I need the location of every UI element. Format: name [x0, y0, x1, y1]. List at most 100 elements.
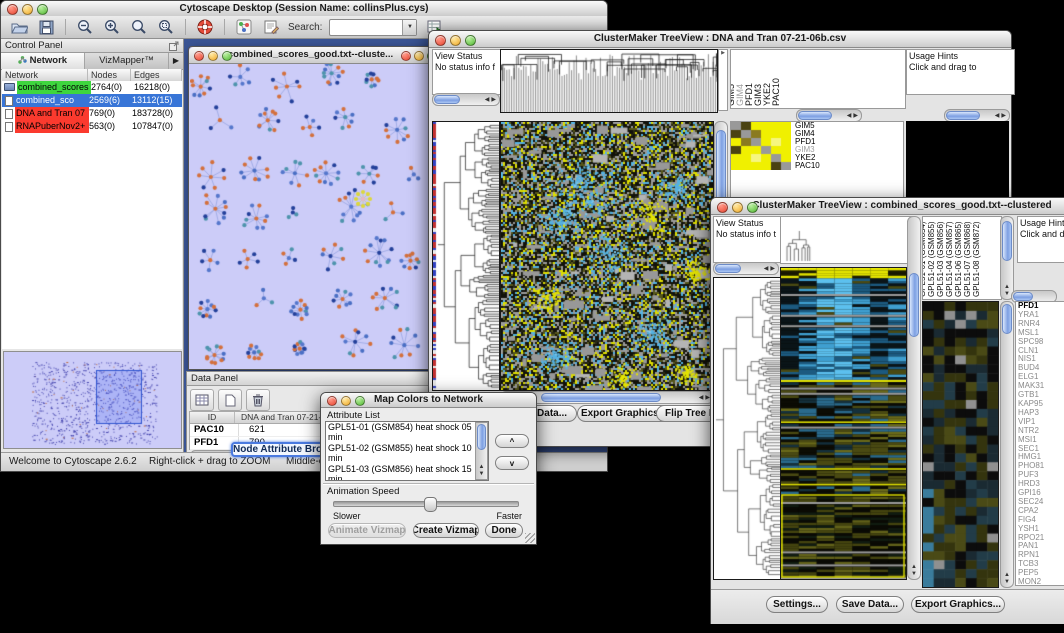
scroll-right-icon[interactable]: ▶ — [1001, 112, 1006, 119]
gene-label[interactable]: CLN1 — [1018, 347, 1064, 356]
gene-label[interactable]: PHO81 — [1018, 462, 1064, 471]
network-row[interactable]: combined_sco2569(6)13112(15) — [2, 94, 182, 107]
zoom-window-icon[interactable] — [355, 396, 365, 406]
more-tabs-icon[interactable]: ▶ — [169, 53, 183, 69]
tv2-row-dendrogram[interactable] — [713, 277, 781, 580]
scroll-up-icon[interactable]: ▲ — [911, 564, 917, 571]
gene-label[interactable]: BUD4 — [1018, 364, 1064, 373]
gene-label[interactable]: HAP3 — [1018, 409, 1064, 418]
matrix-row-label[interactable]: GIM5 — [795, 122, 820, 130]
help-lifering-icon[interactable] — [195, 18, 215, 37]
attribute-list-scrollbar[interactable]: ▲▼ — [475, 422, 488, 480]
annotation-icon[interactable] — [261, 18, 281, 37]
tv2-heatmap[interactable] — [780, 267, 907, 580]
save-icon[interactable] — [36, 18, 56, 37]
column-header-nodes[interactable]: Nodes — [88, 69, 131, 81]
close-icon[interactable] — [435, 35, 446, 46]
close-icon[interactable] — [194, 51, 204, 61]
done-button[interactable]: Done — [485, 523, 523, 538]
resize-grip[interactable] — [525, 533, 535, 543]
table-mode-icon[interactable] — [190, 389, 214, 411]
tv2-heatmap-vscrollbar[interactable]: ▲▼ — [907, 216, 921, 580]
gene-label[interactable]: PEP5 — [1018, 569, 1064, 578]
gene-label[interactable]: YSH1 — [1018, 525, 1064, 534]
network-canvas[interactable] — [190, 64, 431, 368]
gene-label[interactable]: SEC1 — [1018, 445, 1064, 454]
scroll-right-icon[interactable]: ▶ — [770, 265, 775, 272]
matrix-row-label[interactable]: GIM3 — [795, 146, 820, 154]
gene-label[interactable]: RPO21 — [1018, 534, 1064, 543]
column-label[interactable]: GPL51-07 (GSM868) — [963, 221, 972, 297]
gene-label[interactable]: PFD1 — [1018, 302, 1064, 311]
scroll-left-icon[interactable]: ◀ — [699, 394, 704, 401]
column-label[interactable]: GPL51-06 (GSM865) — [954, 221, 963, 297]
network-row[interactable]: combined_scores2764(0)16218(0) — [2, 81, 182, 94]
gene-label[interactable]: MSI1 — [1018, 436, 1064, 445]
scroll-up-icon[interactable]: ▲ — [1004, 284, 1010, 291]
minimize-icon[interactable] — [208, 51, 218, 61]
gene-label[interactable]: SEC24 — [1018, 498, 1064, 507]
gene-label[interactable]: MAK31 — [1018, 382, 1064, 391]
zoom-selected-icon[interactable] — [156, 18, 176, 37]
column-label[interactable]: PAC10 — [772, 78, 781, 106]
tv1-summary-matrix[interactable] — [731, 122, 791, 170]
column-label[interactable]: GPL51-03 (GSM856) — [936, 221, 945, 297]
gene-label[interactable]: MSL1 — [1018, 329, 1064, 338]
tv2-zoom-heatmap[interactable] — [922, 301, 999, 588]
column-header-network[interactable]: Network — [2, 69, 88, 81]
gene-label[interactable]: SPC98 — [1018, 338, 1064, 347]
gene-label[interactable]: RNR4 — [1018, 320, 1064, 329]
scroll-right-icon[interactable]: ▶ — [853, 112, 858, 119]
scroll-left-icon[interactable]: ◀ — [995, 112, 1000, 119]
scroll-down-icon[interactable]: ▼ — [479, 471, 485, 478]
minimize-icon[interactable] — [414, 51, 424, 61]
chevron-down-icon[interactable]: ▼ — [402, 20, 416, 35]
gene-label[interactable]: CPA2 — [1018, 507, 1064, 516]
matrix-row-label[interactable]: GIM4 — [795, 130, 820, 138]
slider-thumb[interactable] — [424, 497, 437, 512]
column-label[interactable]: GPL51-02 (GSM855) — [927, 221, 936, 297]
overview-canvas[interactable] — [4, 352, 181, 448]
tab-vizmapper[interactable]: VizMapper™ — [85, 53, 169, 69]
matrix-row-label[interactable]: PAC10 — [795, 162, 820, 170]
zoom-actual-icon[interactable] — [129, 18, 149, 37]
tab-network[interactable]: Network — [1, 53, 85, 69]
zoom-window-icon[interactable] — [747, 202, 758, 213]
matrix-row-label[interactable]: PFD1 — [795, 138, 820, 146]
tv2-save-data-button[interactable]: Save Data... — [836, 596, 904, 613]
network-view-icon[interactable] — [234, 18, 254, 37]
tv2-export-graphics-button[interactable]: Export Graphics... — [911, 596, 1005, 613]
attribute-item[interactable]: GPL51-01 (GSM854) heat shock 05 min — [326, 422, 476, 443]
scroll-down-icon[interactable]: ▼ — [911, 571, 917, 578]
close-icon[interactable] — [717, 202, 728, 213]
tv2-settings-button[interactable]: Settings... — [766, 596, 828, 613]
close-icon[interactable] — [7, 4, 18, 15]
column-label[interactable]: GPL51-08 (GSM872) — [972, 221, 981, 297]
minimize-icon[interactable] — [450, 35, 461, 46]
tv2-column-dendrogram[interactable] — [781, 217, 912, 263]
tv1-column-dendrogram[interactable] — [500, 49, 718, 113]
treeview2-titlebar[interactable]: ClusterMaker TreeView : combined_scores_… — [711, 198, 1064, 215]
scroll-left-icon[interactable]: ◀ — [764, 265, 769, 272]
gene-label[interactable]: PAN1 — [1018, 542, 1064, 551]
attribute-listbox[interactable]: GPL51-01 (GSM854) heat shock 05 minGPL51… — [325, 421, 489, 481]
close-icon[interactable] — [401, 51, 411, 61]
tv1-status-scrollbar[interactable]: ◀▶ — [432, 93, 500, 106]
gene-label[interactable]: ELG1 — [1018, 373, 1064, 382]
scroll-right-icon[interactable]: ▶ — [491, 96, 496, 103]
zoom-window-icon[interactable] — [37, 4, 48, 15]
column-header-id[interactable]: ID — [190, 412, 235, 423]
animation-speed-slider[interactable] — [333, 501, 519, 507]
tv1-row-dendrogram[interactable] — [432, 121, 500, 391]
tv2-status-scrollbar[interactable]: ◀▶ — [713, 262, 779, 275]
scroll-down-icon[interactable]: ▼ — [1004, 291, 1010, 298]
gene-label[interactable]: GPI16 — [1018, 489, 1064, 498]
treeview1-titlebar[interactable]: ClusterMaker TreeView : DNA and Tran 07-… — [429, 31, 1011, 48]
matrix-row-label[interactable]: YKE2 — [795, 154, 820, 162]
gene-label[interactable]: KAP95 — [1018, 400, 1064, 409]
gene-label[interactable]: RPN1 — [1018, 551, 1064, 560]
column-label[interactable]: GPL51-04 (GSM857) — [945, 221, 954, 297]
zoom-window-icon[interactable] — [465, 35, 476, 46]
gene-label[interactable]: FIG4 — [1018, 516, 1064, 525]
minimize-icon[interactable] — [732, 202, 743, 213]
